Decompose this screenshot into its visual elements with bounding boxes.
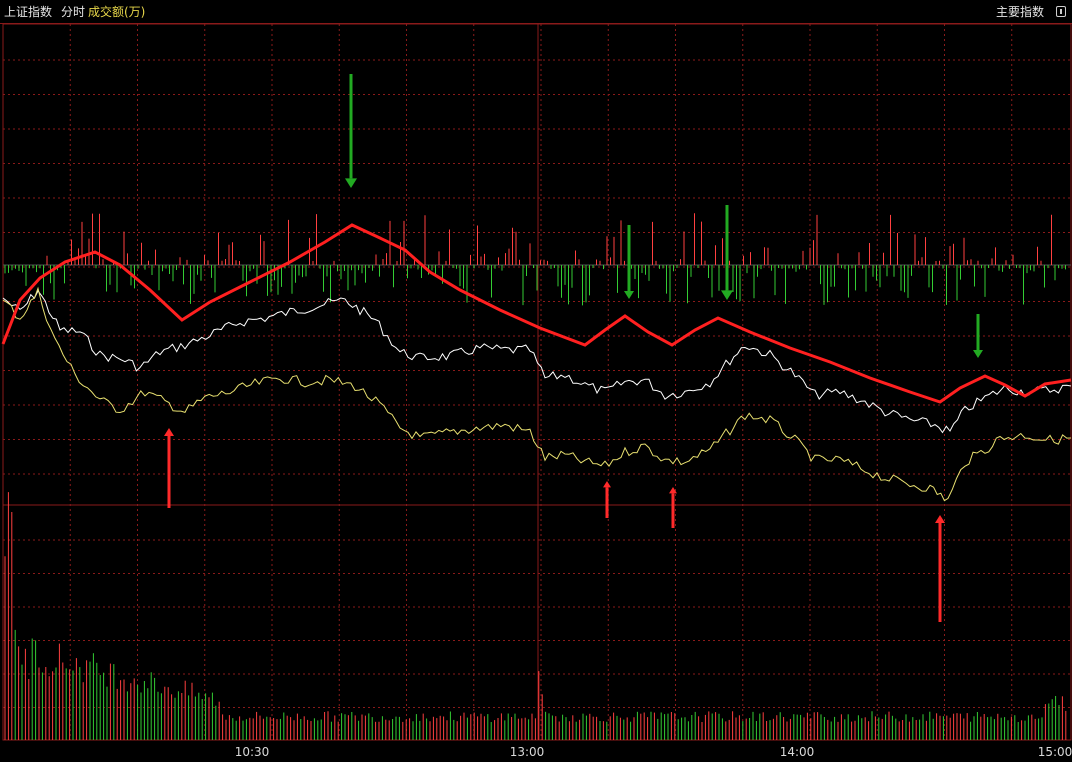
red-smoothed-line <box>1 223 1072 404</box>
time-label-1400: 14:00 <box>780 745 815 759</box>
intraday-chart[interactable]: 10:30 13:00 14:00 15:00 <box>0 0 1072 762</box>
chart-frame <box>2 23 1072 741</box>
imbalance-bars <box>4 213 1066 306</box>
chart-grid <box>2 23 1072 741</box>
down-arrow-head <box>624 291 634 299</box>
up-arrow-head <box>935 515 945 523</box>
down-arrow-head <box>345 178 357 188</box>
up-arrow-head <box>164 428 174 436</box>
time-label-1300: 13:00 <box>510 745 545 759</box>
yellow-intraday-line <box>2 286 1072 502</box>
white-intraday-line <box>2 289 1072 434</box>
volume-bars <box>4 492 1067 740</box>
time-label-1500: 15:00 <box>1038 745 1072 759</box>
down-arrow-head <box>721 290 733 300</box>
time-axis: 10:30 13:00 14:00 15:00 <box>235 745 1072 759</box>
up-arrow-head <box>603 481 611 488</box>
time-label-1030: 10:30 <box>235 745 270 759</box>
down-arrow-head <box>973 350 983 358</box>
